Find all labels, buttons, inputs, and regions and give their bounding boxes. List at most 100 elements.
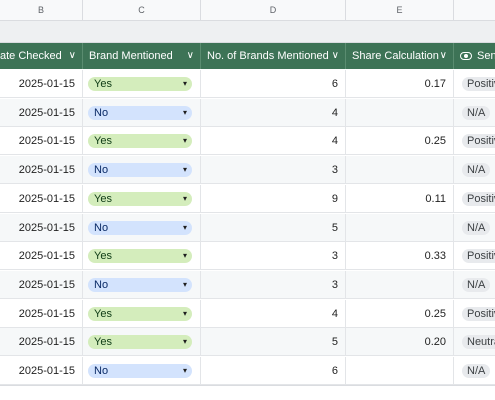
cell-sentiment[interactable]: Positiv bbox=[454, 242, 495, 270]
empty-row[interactable] bbox=[0, 385, 495, 400]
column-letter-b[interactable]: B bbox=[0, 0, 83, 20]
cell-date-checked[interactable]: 2025-01-15 bbox=[0, 299, 83, 328]
brand-mentioned-dropdown[interactable]: Yes ▾ bbox=[88, 134, 192, 149]
cell-num-brands[interactable]: 6 bbox=[201, 70, 346, 98]
caret-down-icon[interactable]: ▾ bbox=[183, 278, 187, 292]
brand-mentioned-dropdown[interactable]: No ▾ bbox=[88, 105, 192, 120]
header-num-brands[interactable]: No. of Brands Mentioned ∨ bbox=[201, 43, 346, 69]
cell-sentiment[interactable]: N/A bbox=[454, 214, 495, 242]
header-share-calculation[interactable]: Share Calculation ∨ bbox=[346, 43, 454, 69]
cell-share-calculation[interactable] bbox=[346, 156, 454, 185]
cell-date-checked[interactable]: 2025-01-15 bbox=[0, 98, 83, 127]
cell-share-calculation[interactable]: 0.33 bbox=[346, 242, 454, 271]
cell-brand-mentioned[interactable]: No ▾ bbox=[83, 156, 201, 185]
caret-down-icon[interactable]: ▾ bbox=[183, 163, 187, 177]
caret-down-icon[interactable]: ▾ bbox=[183, 134, 187, 148]
cell-sentiment[interactable]: N/A bbox=[454, 357, 495, 385]
brand-mentioned-dropdown[interactable]: Yes ▾ bbox=[88, 306, 192, 321]
cell-num-brands[interactable]: 6 bbox=[201, 357, 346, 385]
header-date-checked[interactable]: ate Checked ∨ bbox=[0, 43, 83, 69]
cell-brand-mentioned[interactable]: No ▾ bbox=[83, 213, 201, 242]
cell-sentiment[interactable]: Positiv bbox=[454, 127, 495, 155]
table-row[interactable]: 2025-01-15 No ▾ 4 N/A bbox=[0, 98, 495, 127]
caret-down-icon[interactable]: ▾ bbox=[183, 307, 187, 321]
cell-brand-mentioned[interactable]: Yes ▾ bbox=[83, 184, 201, 213]
cell-date-checked[interactable]: 2025-01-15 bbox=[0, 242, 83, 271]
table-row[interactable]: 2025-01-15 Yes ▾ 5 0.20 Neutra bbox=[0, 328, 495, 357]
column-letter-f[interactable] bbox=[454, 0, 495, 20]
cell-date-checked[interactable]: 2025-01-15 bbox=[0, 70, 83, 98]
cell-date-checked[interactable]: 2025-01-15 bbox=[0, 328, 83, 357]
caret-down-icon[interactable]: ▾ bbox=[183, 192, 187, 206]
cell-sentiment[interactable]: Positiv bbox=[454, 70, 495, 98]
cell-num-brands[interactable]: 4 bbox=[201, 127, 346, 156]
brand-mentioned-dropdown[interactable]: No ▾ bbox=[88, 220, 192, 235]
cell-share-calculation[interactable]: 0.17 bbox=[346, 70, 454, 98]
table-row[interactable]: 2025-01-15 Yes ▾ 6 0.17 Positiv bbox=[0, 70, 495, 98]
table-row[interactable]: 2025-01-15 No ▾ 3 N/A bbox=[0, 156, 495, 185]
blank-row[interactable] bbox=[0, 21, 495, 43]
table-row[interactable]: 2025-01-15 No ▾ 6 N/A bbox=[0, 357, 495, 385]
table-row[interactable]: 2025-01-15 Yes ▾ 9 0.11 Positiv bbox=[0, 184, 495, 213]
cell-sentiment[interactable]: Neutra bbox=[454, 328, 495, 356]
table-row[interactable]: 2025-01-15 Yes ▾ 4 0.25 Positiv bbox=[0, 299, 495, 328]
cell-num-brands[interactable]: 5 bbox=[201, 213, 346, 242]
chevron-down-icon[interactable]: ∨ bbox=[332, 43, 339, 69]
cell-brand-mentioned[interactable]: No ▾ bbox=[83, 357, 201, 385]
caret-down-icon[interactable]: ▾ bbox=[183, 249, 187, 263]
brand-mentioned-dropdown[interactable]: Yes ▾ bbox=[88, 191, 192, 206]
table-row[interactable]: 2025-01-15 No ▾ 3 N/A bbox=[0, 270, 495, 299]
caret-down-icon[interactable]: ▾ bbox=[183, 335, 187, 349]
cell-sentiment[interactable]: Positiv bbox=[454, 185, 495, 213]
header-brand-mentioned[interactable]: Brand Mentioned ∨ bbox=[83, 43, 201, 69]
caret-down-icon[interactable]: ▾ bbox=[183, 106, 187, 120]
cell-share-calculation[interactable] bbox=[346, 270, 454, 299]
cell-sentiment[interactable]: N/A bbox=[454, 99, 495, 127]
cell-brand-mentioned[interactable]: Yes ▾ bbox=[83, 328, 201, 357]
cell-share-calculation[interactable]: 0.20 bbox=[346, 328, 454, 357]
brand-mentioned-dropdown[interactable]: Yes ▾ bbox=[88, 249, 192, 264]
cell-num-brands[interactable]: 3 bbox=[201, 270, 346, 299]
cell-date-checked[interactable]: 2025-01-15 bbox=[0, 184, 83, 213]
cell-date-checked[interactable]: 2025-01-15 bbox=[0, 213, 83, 242]
brand-mentioned-dropdown[interactable]: No ▾ bbox=[88, 163, 192, 178]
caret-down-icon[interactable]: ▾ bbox=[183, 364, 187, 378]
cell-brand-mentioned[interactable]: No ▾ bbox=[83, 270, 201, 299]
cell-share-calculation[interactable] bbox=[346, 357, 454, 385]
brand-mentioned-dropdown[interactable]: Yes ▾ bbox=[88, 335, 192, 350]
cell-share-calculation[interactable] bbox=[346, 213, 454, 242]
column-letter-c[interactable]: C bbox=[83, 0, 201, 20]
chevron-down-icon[interactable]: ∨ bbox=[440, 43, 447, 69]
chevron-down-icon[interactable]: ∨ bbox=[69, 43, 76, 69]
cell-brand-mentioned[interactable]: Yes ▾ bbox=[83, 299, 201, 328]
column-letter-d[interactable]: D bbox=[201, 0, 346, 20]
cell-date-checked[interactable]: 2025-01-15 bbox=[0, 357, 83, 385]
cell-brand-mentioned[interactable]: No ▾ bbox=[83, 98, 201, 127]
caret-down-icon[interactable]: ▾ bbox=[183, 221, 187, 235]
column-letter-e[interactable]: E bbox=[346, 0, 454, 20]
brand-mentioned-dropdown[interactable]: No ▾ bbox=[88, 364, 192, 378]
cell-num-brands[interactable]: 4 bbox=[201, 299, 346, 328]
caret-down-icon[interactable]: ▾ bbox=[183, 77, 187, 91]
table-row[interactable]: 2025-01-15 Yes ▾ 4 0.25 Positiv bbox=[0, 127, 495, 156]
cell-num-brands[interactable]: 5 bbox=[201, 328, 346, 357]
cell-date-checked[interactable]: 2025-01-15 bbox=[0, 127, 83, 156]
cell-num-brands[interactable]: 9 bbox=[201, 184, 346, 213]
cell-sentiment[interactable]: Positiv bbox=[454, 300, 495, 328]
table-row[interactable]: 2025-01-15 No ▾ 5 N/A bbox=[0, 213, 495, 242]
cell-brand-mentioned[interactable]: Yes ▾ bbox=[83, 127, 201, 156]
cell-brand-mentioned[interactable]: Yes ▾ bbox=[83, 70, 201, 98]
chevron-down-icon[interactable]: ∨ bbox=[187, 43, 194, 69]
cell-share-calculation[interactable]: 0.11 bbox=[346, 184, 454, 213]
header-sentiment[interactable]: Sen bbox=[454, 43, 495, 69]
cell-sentiment[interactable]: N/A bbox=[454, 156, 495, 184]
cell-share-calculation[interactable] bbox=[346, 98, 454, 127]
cell-num-brands[interactable]: 4 bbox=[201, 98, 346, 127]
cell-date-checked[interactable]: 2025-01-15 bbox=[0, 156, 83, 185]
cell-date-checked[interactable]: 2025-01-15 bbox=[0, 270, 83, 299]
cell-num-brands[interactable]: 3 bbox=[201, 242, 346, 271]
cell-share-calculation[interactable]: 0.25 bbox=[346, 299, 454, 328]
cell-num-brands[interactable]: 3 bbox=[201, 156, 346, 185]
cell-share-calculation[interactable]: 0.25 bbox=[346, 127, 454, 156]
cell-sentiment[interactable]: N/A bbox=[454, 271, 495, 299]
